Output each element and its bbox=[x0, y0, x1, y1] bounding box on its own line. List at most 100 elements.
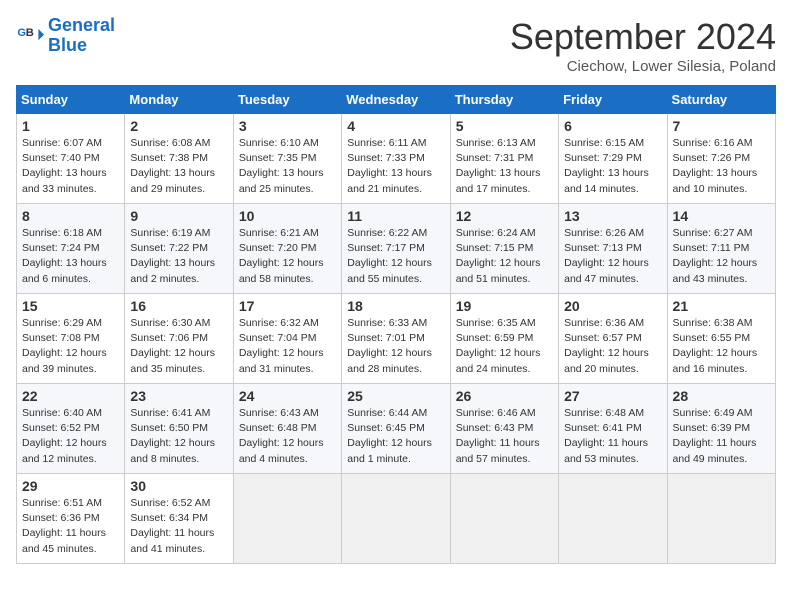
calendar-week-row: 8 Sunrise: 6:18 AMSunset: 7:24 PMDaylight… bbox=[17, 204, 776, 294]
calendar-cell bbox=[342, 474, 450, 564]
day-info: Sunrise: 6:16 AMSunset: 7:26 PMDaylight:… bbox=[673, 136, 770, 197]
calendar-week-row: 1 Sunrise: 6:07 AMSunset: 7:40 PMDaylight… bbox=[17, 114, 776, 204]
svg-text:B: B bbox=[26, 27, 34, 39]
calendar-cell: 24Sunrise: 6:43 AMSunset: 6:48 PMDayligh… bbox=[233, 384, 341, 474]
calendar-cell: 15Sunrise: 6:29 AMSunset: 7:08 PMDayligh… bbox=[17, 294, 125, 384]
day-info: Sunrise: 6:21 AMSunset: 7:20 PMDaylight:… bbox=[239, 226, 336, 287]
calendar-cell: 7 Sunrise: 6:16 AMSunset: 7:26 PMDaylight… bbox=[667, 114, 775, 204]
calendar-cell: 6 Sunrise: 6:15 AMSunset: 7:29 PMDaylight… bbox=[559, 114, 667, 204]
title-area: September 2024 Ciechow, Lower Silesia, P… bbox=[510, 16, 776, 75]
day-number: 25 bbox=[347, 388, 444, 404]
day-number: 16 bbox=[130, 298, 227, 314]
header-friday: Friday bbox=[559, 86, 667, 114]
day-number: 28 bbox=[673, 388, 770, 404]
logo-icon: G B bbox=[16, 22, 44, 50]
header-saturday: Saturday bbox=[667, 86, 775, 114]
day-number: 5 bbox=[456, 118, 553, 134]
day-number: 19 bbox=[456, 298, 553, 314]
logo-blue: Blue bbox=[48, 35, 87, 55]
day-info: Sunrise: 6:46 AMSunset: 6:43 PMDaylight:… bbox=[456, 406, 553, 467]
day-number: 3 bbox=[239, 118, 336, 134]
day-info: Sunrise: 6:33 AMSunset: 7:01 PMDaylight:… bbox=[347, 316, 444, 377]
calendar-cell: 14Sunrise: 6:27 AMSunset: 7:11 PMDayligh… bbox=[667, 204, 775, 294]
calendar-cell: 10 Sunrise: 6:21 AMSunset: 7:20 PMDayligh… bbox=[233, 204, 341, 294]
day-info: Sunrise: 6:18 AMSunset: 7:24 PMDaylight:… bbox=[22, 226, 119, 287]
calendar-cell: 1 Sunrise: 6:07 AMSunset: 7:40 PMDaylight… bbox=[17, 114, 125, 204]
day-info: Sunrise: 6:52 AMSunset: 6:34 PMDaylight:… bbox=[130, 496, 227, 557]
day-info: Sunrise: 6:26 AMSunset: 7:13 PMDaylight:… bbox=[564, 226, 661, 287]
day-number: 27 bbox=[564, 388, 661, 404]
calendar-cell: 27 Sunrise: 6:48 AMSunset: 6:41 PMDayligh… bbox=[559, 384, 667, 474]
calendar-cell bbox=[233, 474, 341, 564]
day-number: 15 bbox=[22, 298, 119, 314]
calendar-cell: 28Sunrise: 6:49 AMSunset: 6:39 PMDayligh… bbox=[667, 384, 775, 474]
day-info: Sunrise: 6:44 AMSunset: 6:45 PMDaylight:… bbox=[347, 406, 444, 467]
calendar-cell: 9 Sunrise: 6:19 AMSunset: 7:22 PMDaylight… bbox=[125, 204, 233, 294]
svg-text:G: G bbox=[17, 27, 26, 39]
day-number: 24 bbox=[239, 388, 336, 404]
day-info: Sunrise: 6:51 AMSunset: 6:36 PMDaylight:… bbox=[22, 496, 119, 557]
day-number: 26 bbox=[456, 388, 553, 404]
calendar-cell: 4 Sunrise: 6:11 AMSunset: 7:33 PMDaylight… bbox=[342, 114, 450, 204]
day-info: Sunrise: 6:07 AMSunset: 7:40 PMDaylight:… bbox=[22, 136, 119, 197]
calendar-cell bbox=[559, 474, 667, 564]
day-number: 1 bbox=[22, 118, 119, 134]
day-number: 4 bbox=[347, 118, 444, 134]
day-info: Sunrise: 6:32 AMSunset: 7:04 PMDaylight:… bbox=[239, 316, 336, 377]
day-number: 23 bbox=[130, 388, 227, 404]
day-info: Sunrise: 6:15 AMSunset: 7:29 PMDaylight:… bbox=[564, 136, 661, 197]
day-number: 10 bbox=[239, 208, 336, 224]
day-info: Sunrise: 6:08 AMSunset: 7:38 PMDaylight:… bbox=[130, 136, 227, 197]
calendar-cell: 2Sunrise: 6:08 AMSunset: 7:38 PMDaylight… bbox=[125, 114, 233, 204]
day-info: Sunrise: 6:11 AMSunset: 7:33 PMDaylight:… bbox=[347, 136, 444, 197]
day-number: 6 bbox=[564, 118, 661, 134]
location-subtitle: Ciechow, Lower Silesia, Poland bbox=[510, 58, 776, 75]
calendar-cell: 29 Sunrise: 6:51 AMSunset: 6:36 PMDayligh… bbox=[17, 474, 125, 564]
day-number: 12 bbox=[456, 208, 553, 224]
calendar-cell: 5Sunrise: 6:13 AMSunset: 7:31 PMDaylight… bbox=[450, 114, 558, 204]
calendar-header: SundayMondayTuesdayWednesdayThursdayFrid… bbox=[17, 86, 776, 114]
day-number: 29 bbox=[22, 478, 119, 494]
day-info: Sunrise: 6:10 AMSunset: 7:35 PMDaylight:… bbox=[239, 136, 336, 197]
day-info: Sunrise: 6:48 AMSunset: 6:41 PMDaylight:… bbox=[564, 406, 661, 467]
calendar-body: 1 Sunrise: 6:07 AMSunset: 7:40 PMDaylight… bbox=[17, 114, 776, 564]
calendar-cell: 12 Sunrise: 6:24 AMSunset: 7:15 PMDayligh… bbox=[450, 204, 558, 294]
day-info: Sunrise: 6:40 AMSunset: 6:52 PMDaylight:… bbox=[22, 406, 119, 467]
header-monday: Monday bbox=[125, 86, 233, 114]
header-row: SundayMondayTuesdayWednesdayThursdayFrid… bbox=[17, 86, 776, 114]
day-number: 18 bbox=[347, 298, 444, 314]
calendar-week-row: 15Sunrise: 6:29 AMSunset: 7:08 PMDayligh… bbox=[17, 294, 776, 384]
day-number: 30 bbox=[130, 478, 227, 494]
calendar-week-row: 22 Sunrise: 6:40 AMSunset: 6:52 PMDayligh… bbox=[17, 384, 776, 474]
day-number: 8 bbox=[22, 208, 119, 224]
day-info: Sunrise: 6:27 AMSunset: 7:11 PMDaylight:… bbox=[673, 226, 770, 287]
calendar-cell: 22 Sunrise: 6:40 AMSunset: 6:52 PMDayligh… bbox=[17, 384, 125, 474]
header-tuesday: Tuesday bbox=[233, 86, 341, 114]
day-number: 7 bbox=[673, 118, 770, 134]
calendar-cell: 30 Sunrise: 6:52 AMSunset: 6:34 PMDayligh… bbox=[125, 474, 233, 564]
day-info: Sunrise: 6:19 AMSunset: 7:22 PMDaylight:… bbox=[130, 226, 227, 287]
day-number: 11 bbox=[347, 208, 444, 224]
header-sunday: Sunday bbox=[17, 86, 125, 114]
calendar-cell: 20 Sunrise: 6:36 AMSunset: 6:57 PMDayligh… bbox=[559, 294, 667, 384]
day-number: 9 bbox=[130, 208, 227, 224]
calendar-table: SundayMondayTuesdayWednesdayThursdayFrid… bbox=[16, 85, 776, 564]
day-number: 13 bbox=[564, 208, 661, 224]
day-info: Sunrise: 6:24 AMSunset: 7:15 PMDaylight:… bbox=[456, 226, 553, 287]
calendar-cell: 26 Sunrise: 6:46 AMSunset: 6:43 PMDayligh… bbox=[450, 384, 558, 474]
day-info: Sunrise: 6:30 AMSunset: 7:06 PMDaylight:… bbox=[130, 316, 227, 377]
day-info: Sunrise: 6:35 AMSunset: 6:59 PMDaylight:… bbox=[456, 316, 553, 377]
month-title: September 2024 bbox=[510, 16, 776, 58]
header-thursday: Thursday bbox=[450, 86, 558, 114]
day-info: Sunrise: 6:38 AMSunset: 6:55 PMDaylight:… bbox=[673, 316, 770, 377]
logo: G B General Blue bbox=[16, 16, 115, 56]
day-info: Sunrise: 6:36 AMSunset: 6:57 PMDaylight:… bbox=[564, 316, 661, 377]
day-number: 22 bbox=[22, 388, 119, 404]
day-number: 20 bbox=[564, 298, 661, 314]
calendar-cell bbox=[667, 474, 775, 564]
calendar-cell: 23 Sunrise: 6:41 AMSunset: 6:50 PMDayligh… bbox=[125, 384, 233, 474]
day-info: Sunrise: 6:41 AMSunset: 6:50 PMDaylight:… bbox=[130, 406, 227, 467]
calendar-cell: 11Sunrise: 6:22 AMSunset: 7:17 PMDayligh… bbox=[342, 204, 450, 294]
calendar-cell: 18 Sunrise: 6:33 AMSunset: 7:01 PMDayligh… bbox=[342, 294, 450, 384]
calendar-cell bbox=[450, 474, 558, 564]
